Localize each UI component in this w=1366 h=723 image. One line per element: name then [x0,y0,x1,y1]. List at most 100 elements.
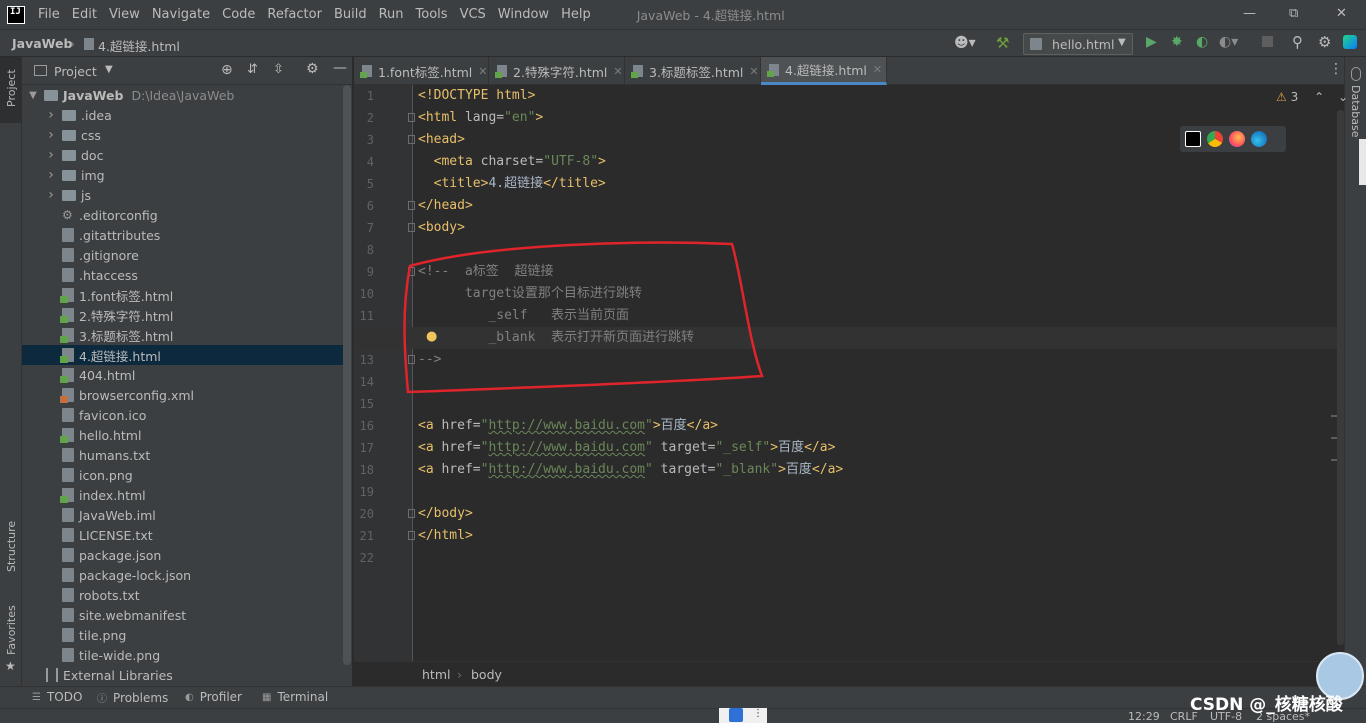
profiler-tool[interactable]: ◐ Profiler [185,690,242,704]
menu-run[interactable]: Run [373,7,410,22]
build-hammer-icon[interactable]: ⚒ [996,34,1009,52]
locate-icon[interactable]: ⊕ [221,62,233,78]
tree-file-row[interactable]: favicon.ico [22,405,345,425]
search-icon[interactable]: ⚲ [1292,33,1303,51]
chevron-down-icon[interactable]: ⌄ [1338,90,1348,104]
tree-file-row[interactable]: ⚙ .editorconfig [22,205,345,225]
tree-file-row[interactable]: LICENSE.txt [22,525,345,545]
tree-file-row[interactable]: JavaWeb.iml [22,505,345,525]
tree-file-row[interactable]: 3.标题标签.html [22,325,345,345]
minimize-icon[interactable]: — [1243,6,1256,21]
profile-icon[interactable]: ◐▾ [1219,34,1238,50]
tree-file-row[interactable]: robots.txt [22,585,345,605]
menu-navigate[interactable]: Navigate [146,7,216,22]
tab-3-heading[interactable]: 3.标题标签.html ✕ [625,57,761,85]
tree-folder-row[interactable]: › img [22,165,345,185]
project-root-row[interactable]: ▼ JavaWeb D:\Idea\JavaWeb [22,85,345,105]
tab-4-hyperlink[interactable]: 4.超链接.html ✕ [761,57,887,85]
tree-file-row[interactable]: 1.font标签.html [22,285,345,305]
intellij-browser-icon[interactable] [1185,131,1201,147]
terminal-tool[interactable]: ▦ Terminal [262,690,328,704]
debug-icon[interactable]: ✸ [1171,34,1183,50]
breadcrumb-body[interactable]: body [471,667,502,682]
tree-folder-row[interactable]: › .idea [22,105,345,125]
menu-refactor[interactable]: Refactor [261,7,328,22]
close-tab-icon[interactable]: ✕ [873,63,882,76]
toolbox-icon[interactable] [1343,35,1357,49]
tree-file-row[interactable]: index.html [22,485,345,505]
star-icon[interactable]: ★ [5,659,16,673]
close-tab-icon[interactable]: ✕ [749,65,758,78]
menu-window[interactable]: Window [492,7,555,22]
editor-scrollbar[interactable] [1337,110,1344,645]
favorites-tool-label[interactable]: Favorites [5,605,18,655]
external-libraries-row[interactable]: External Libraries [22,665,345,685]
close-tab-icon[interactable]: ✕ [478,65,487,78]
stop-icon[interactable] [1262,36,1273,47]
right-scroll-thumb[interactable] [1359,139,1366,185]
restore-icon[interactable]: ⧉ [1289,6,1298,21]
fold-marker-icon[interactable] [408,223,415,232]
coverage-icon[interactable]: ◐ [1196,34,1208,50]
panel-settings-icon[interactable]: ⚙ [306,61,319,77]
settings-gear-icon[interactable]: ⚙ [1318,33,1331,51]
inspection-widget[interactable]: ⚠ 3 ⌃ ⌄ [1276,90,1348,104]
fold-marker-icon[interactable] [408,201,415,210]
menu-help[interactable]: Help [555,7,597,22]
tree-file-row[interactable]: hello.html [22,425,345,445]
collapse-all-icon[interactable]: ⇳ [273,62,284,77]
menu-edit[interactable]: Edit [66,7,103,22]
problems-tool[interactable]: ⓘ Problems [97,690,168,706]
menu-vcs[interactable]: VCS [454,7,492,22]
structure-tool-label[interactable]: Structure [5,521,18,572]
hide-panel-icon[interactable]: — [333,60,347,76]
tree-file-row[interactable]: package.json [22,545,345,565]
tree-folder-row[interactable]: › js [22,185,345,205]
menu-view[interactable]: View [103,7,146,22]
tree-file-row[interactable]: tile.png [22,625,345,645]
tree-folder-row[interactable]: › doc [22,145,345,165]
run-config-select[interactable]: hello.html ▼ [1023,33,1133,55]
tree-folder-row[interactable]: › css [22,125,345,145]
fold-marker-icon[interactable] [408,135,415,144]
firefox-icon[interactable] [1229,131,1245,147]
cursor-position[interactable]: 12:29 [1128,710,1160,723]
database-tool-label[interactable]: Database [1349,85,1362,138]
project-view-label[interactable]: Project [54,64,97,79]
tree-file-row[interactable]: site.webmanifest [22,605,345,625]
chrome-icon[interactable] [1207,131,1223,147]
tree-file-row[interactable]: .htaccess [22,265,345,285]
tab-2-special-chars[interactable]: 2.特殊字符.html ✕ [489,57,625,85]
expand-all-icon[interactable]: ⇵ [247,62,258,77]
close-tab-icon[interactable]: ✕ [613,65,622,78]
tree-file-row[interactable]: 4.超链接.html [22,345,345,365]
breadcrumb-file[interactable]: 4.超链接.html [98,36,180,55]
menu-build[interactable]: Build [328,7,373,22]
user-icon[interactable]: ☻▾ [954,35,976,51]
tree-file-row[interactable]: tile-wide.png [22,645,345,665]
menu-file[interactable]: File [32,7,66,22]
close-window-icon[interactable]: ✕ [1336,6,1347,21]
project-tool-label[interactable]: Project [5,69,18,107]
breadcrumb-html[interactable]: html [422,667,450,682]
chevron-down-icon[interactable]: ▼ [105,64,113,75]
tree-file-row[interactable]: 2.特殊字符.html [22,305,345,325]
project-scrollbar[interactable] [343,85,351,665]
todo-tool[interactable]: ☰ TODO [32,690,82,704]
tree-file-row[interactable]: icon.png [22,465,345,485]
tree-file-row[interactable]: browserconfig.xml [22,385,345,405]
edge-icon[interactable] [1251,131,1267,147]
tree-file-row[interactable]: 404.html [22,365,345,385]
ime-toolbar[interactable]: ⋮ [719,708,767,723]
menu-tools[interactable]: Tools [410,7,454,22]
tab-1-font[interactable]: 1.font标签.html ✕ [354,57,489,85]
run-icon[interactable]: ▶ [1146,34,1157,50]
fold-marker-icon[interactable] [408,113,415,122]
tree-file-row[interactable]: humans.txt [22,445,345,465]
fold-marker-icon[interactable] [408,509,415,518]
chevron-up-icon[interactable]: ⌃ [1314,90,1324,104]
tree-file-row[interactable]: package-lock.json [22,565,345,585]
fold-marker-icon[interactable] [408,531,415,540]
breadcrumb-project[interactable]: JavaWeb [12,36,72,51]
tree-file-row[interactable]: .gitattributes [22,225,345,245]
